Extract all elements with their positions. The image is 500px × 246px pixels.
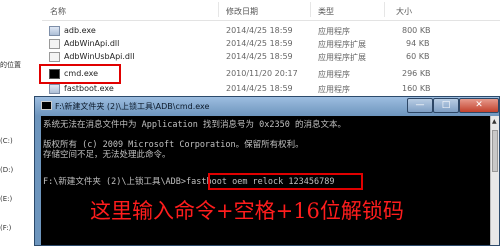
- cmd-title-bar[interactable]: F:\新建文件夹 (2)\上锁工具\ADB\cmd.exe — □ ✕: [35, 97, 499, 116]
- file-date: 2014/4/25 18:59: [226, 26, 293, 35]
- column-divider[interactable]: [384, 2, 385, 17]
- column-header-size[interactable]: 大小: [396, 6, 412, 17]
- column-divider[interactable]: [218, 2, 219, 17]
- file-row-adbwinusbapi[interactable]: AdbWinUsbApi.dll 2014/4/25 18:59 应用程序扩展 …: [42, 51, 500, 64]
- file-type: 应用程序: [318, 70, 350, 79]
- executable-icon: [49, 84, 60, 94]
- scrollbar-thumb[interactable]: [492, 130, 498, 172]
- close-button[interactable]: ✕: [459, 98, 499, 113]
- file-type: 应用程序: [318, 85, 350, 94]
- console-line: 版权所有 (c) 2009 Microsoft Corporation。保留所有…: [43, 140, 304, 150]
- file-list: 名称 修改日期 类型 大小 adb.exe 2014/4/25 18:59 应用…: [42, 0, 500, 100]
- nav-item-drive-f[interactable]: (F:): [0, 224, 11, 232]
- file-type: 应用程序: [318, 27, 350, 36]
- minimize-button[interactable]: —: [407, 98, 433, 113]
- file-size: 160 KB: [402, 84, 431, 93]
- file-row-adbwinapi[interactable]: AdbWinApi.dll 2014/4/25 18:59 应用程序扩展 94 …: [42, 38, 500, 51]
- file-type: 应用程序扩展: [318, 40, 366, 49]
- file-list-header: 名称 修改日期 类型 大小: [42, 0, 500, 21]
- file-type: 应用程序扩展: [318, 53, 366, 62]
- file-size: 296 KB: [402, 69, 431, 78]
- scrollbar[interactable]: ▲: [490, 116, 499, 245]
- file-row-adb[interactable]: adb.exe 2014/4/25 18:59 应用程序 800 KB: [42, 25, 500, 38]
- file-date: 2014/4/25 18:59: [226, 84, 293, 93]
- column-divider[interactable]: [310, 2, 311, 17]
- column-header-date[interactable]: 修改日期: [226, 6, 258, 17]
- file-name: fastboot.exe: [64, 84, 114, 93]
- file-size: 800 KB: [402, 26, 431, 35]
- column-header-name[interactable]: 名称: [50, 6, 66, 17]
- file-name: AdbWinApi.dll: [64, 39, 120, 48]
- file-row-fastboot[interactable]: fastboot.exe 2014/4/25 18:59 应用程序 160 KB: [42, 83, 500, 96]
- executable-icon: [49, 26, 60, 36]
- dll-file-icon: [49, 52, 60, 62]
- column-header-type[interactable]: 类型: [318, 6, 334, 17]
- cmd-window-title: F:\新建文件夹 (2)\上锁工具\ADB\cmd.exe: [55, 102, 210, 111]
- command-highlight-box: [208, 173, 363, 190]
- nav-item-drive-c[interactable]: (C:): [0, 137, 13, 145]
- cmd-highlight-box: [39, 64, 121, 84]
- nav-item-drive-d[interactable]: (D:): [0, 166, 13, 174]
- file-name: adb.exe: [64, 26, 96, 35]
- scroll-up-arrow-icon[interactable]: ▲: [492, 118, 497, 125]
- nav-item-drive-e[interactable]: (E:): [0, 195, 12, 203]
- console-line: 存储空间不足，无法处理此命令。: [43, 150, 171, 160]
- annotation-text: 这里输入命令+空格+16位解锁码: [90, 199, 404, 223]
- console-line: 系统无法在消息文件中为 Application 找到消息号为 0x2350 的消…: [43, 120, 346, 130]
- file-date: 2014/4/25 18:59: [226, 39, 293, 48]
- maximize-button[interactable]: □: [433, 98, 459, 113]
- file-size: 60 KB: [406, 52, 430, 61]
- file-name: AdbWinUsbApi.dll: [64, 52, 135, 61]
- console-icon: [41, 101, 52, 110]
- file-date: 2014/4/25 18:59: [226, 52, 293, 61]
- file-date: 2010/11/20 20:17: [226, 69, 298, 78]
- file-size: 94 KB: [406, 39, 430, 48]
- nav-item-location[interactable]: 的位置: [0, 60, 21, 70]
- dll-file-icon: [49, 39, 60, 49]
